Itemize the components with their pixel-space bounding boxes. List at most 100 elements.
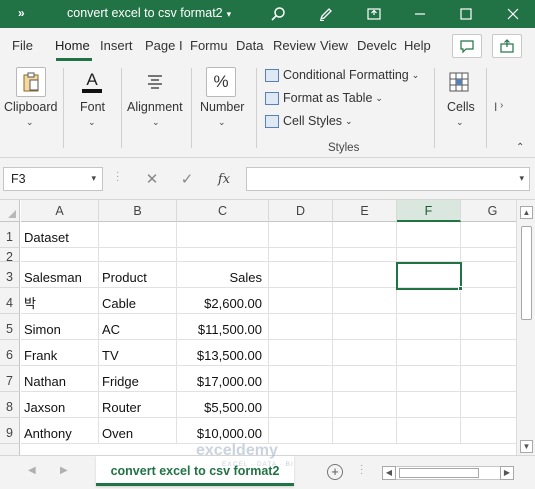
row-header[interactable]: 4 (0, 288, 20, 314)
name-box[interactable]: F3 ▾ (3, 167, 103, 191)
horizontal-scroll-thumb[interactable] (399, 468, 479, 478)
cell-b8[interactable]: Router (99, 392, 177, 418)
restore-icon[interactable] (364, 4, 384, 24)
cell-g1[interactable] (461, 222, 516, 248)
cell-a1[interactable]: Dataset (21, 222, 99, 248)
add-sheet-button[interactable]: + (327, 464, 343, 480)
cell-f4[interactable] (397, 288, 461, 314)
scroll-left-button[interactable]: ◀ (382, 466, 396, 480)
cell-b6[interactable]: TV (99, 340, 177, 366)
cell-a2[interactable] (21, 248, 99, 262)
cell-a8[interactable]: Jaxson (21, 392, 99, 418)
cell-c5[interactable]: $11,500.00 (177, 314, 269, 340)
cell-e8[interactable] (333, 392, 397, 418)
enter-icon[interactable]: ✓ (175, 167, 199, 191)
column-header-d[interactable]: D (269, 200, 333, 222)
scroll-right-button[interactable]: ▶ (500, 466, 514, 480)
cell-a3[interactable]: Salesman (21, 262, 99, 288)
share-button[interactable] (492, 34, 522, 58)
cell-f8[interactable] (397, 392, 461, 418)
search-icon[interactable] (268, 4, 288, 24)
grip-icon[interactable]: · · · (116, 168, 119, 186)
vertical-scrollbar[interactable]: ▲ ▼ (516, 200, 535, 455)
cell-d9[interactable] (269, 418, 333, 444)
cell-a9[interactable]: Anthony (21, 418, 99, 444)
cell-g7[interactable] (461, 366, 516, 392)
formula-input[interactable]: ▾ (246, 167, 530, 191)
prev-sheet-button[interactable]: ◀ (28, 465, 36, 476)
cell-styles-button[interactable]: Cell Styles ⌄ (265, 114, 353, 128)
cell-e7[interactable] (333, 366, 397, 392)
tab-home[interactable]: Home (55, 38, 90, 53)
cell-b9[interactable]: Oven (99, 418, 177, 444)
cell-b3[interactable]: Product (99, 262, 177, 288)
cell-f9[interactable] (397, 418, 461, 444)
cell-f7[interactable] (397, 366, 461, 392)
cell-d1[interactable] (269, 222, 333, 248)
tab-data[interactable]: Data (236, 38, 263, 53)
cell-d2[interactable] (269, 248, 333, 262)
active-cell-f3[interactable] (396, 262, 462, 290)
column-header-f[interactable]: F (397, 200, 461, 222)
cell-d7[interactable] (269, 366, 333, 392)
cell-f1[interactable] (397, 222, 461, 248)
cell-g2[interactable] (461, 248, 516, 262)
cell-c2[interactable] (177, 248, 269, 262)
select-all-button[interactable] (0, 200, 20, 222)
cell-e9[interactable] (333, 418, 397, 444)
cell-f2[interactable] (397, 248, 461, 262)
cell-g4[interactable] (461, 288, 516, 314)
cell-e1[interactable] (333, 222, 397, 248)
maximize-icon[interactable] (456, 4, 476, 24)
cell-a5[interactable]: Simon (21, 314, 99, 340)
row-header[interactable]: 5 (0, 314, 20, 340)
row-header[interactable] (0, 444, 20, 455)
cell-g9[interactable] (461, 418, 516, 444)
pen-icon[interactable] (316, 4, 336, 24)
cell-a4[interactable]: 박 (21, 288, 99, 314)
cell-c7[interactable]: $17,000.00 (177, 366, 269, 392)
cell-f5[interactable] (397, 314, 461, 340)
cell-a7[interactable]: Nathan (21, 366, 99, 392)
row-header[interactable]: 3 (0, 262, 20, 288)
close-icon[interactable] (503, 4, 523, 24)
insert-function-icon[interactable]: fx (212, 167, 236, 191)
chevron-down-icon[interactable]: ▾ (519, 173, 524, 184)
cell-g6[interactable] (461, 340, 516, 366)
tab-file[interactable]: File (12, 38, 33, 53)
tab-developer[interactable]: Develc (357, 38, 397, 53)
tab-splitter-icon[interactable]: · · · (360, 461, 363, 479)
row-header[interactable]: 8 (0, 392, 20, 418)
cell-e4[interactable] (333, 288, 397, 314)
tab-insert[interactable]: Insert (100, 38, 133, 53)
cell-g3[interactable] (461, 262, 516, 288)
format-as-table-button[interactable]: Format as Table ⌄ (265, 91, 383, 105)
vertical-scroll-thumb[interactable] (521, 226, 532, 320)
cell-d6[interactable] (269, 340, 333, 366)
title-dropdown-icon[interactable]: ▾ (227, 9, 232, 19)
cell-c3[interactable]: Sales (177, 262, 269, 288)
cell-b5[interactable]: AC (99, 314, 177, 340)
worksheet-grid[interactable]: A B C D E F G 1 Dataset 2 3 Salesman Product S… (0, 200, 516, 455)
cell-c6[interactable]: $13,500.00 (177, 340, 269, 366)
cell-e2[interactable] (333, 248, 397, 262)
cancel-icon[interactable]: ✕ (140, 167, 164, 191)
tab-page-layout[interactable]: Page I (145, 38, 183, 53)
cell-b1[interactable] (99, 222, 177, 248)
row-header[interactable]: 6 (0, 340, 20, 366)
tab-help[interactable]: Help (404, 38, 431, 53)
cell-b7[interactable]: Fridge (99, 366, 177, 392)
conditional-formatting-button[interactable]: Conditional Formatting ⌄ (265, 68, 419, 82)
cell-g8[interactable] (461, 392, 516, 418)
column-header-b[interactable]: B (99, 200, 177, 222)
row-header[interactable]: 7 (0, 366, 20, 392)
cell-c8[interactable]: $5,500.00 (177, 392, 269, 418)
tab-formulas[interactable]: Formu (190, 38, 228, 53)
quick-access-overflow-button[interactable]: » (18, 6, 25, 20)
chevron-right-icon[interactable]: › (500, 100, 503, 111)
cell-g5[interactable] (461, 314, 516, 340)
column-header-e[interactable]: E (333, 200, 397, 222)
comments-button[interactable] (452, 34, 482, 58)
cell-d5[interactable] (269, 314, 333, 340)
cell-d3[interactable] (269, 262, 333, 288)
